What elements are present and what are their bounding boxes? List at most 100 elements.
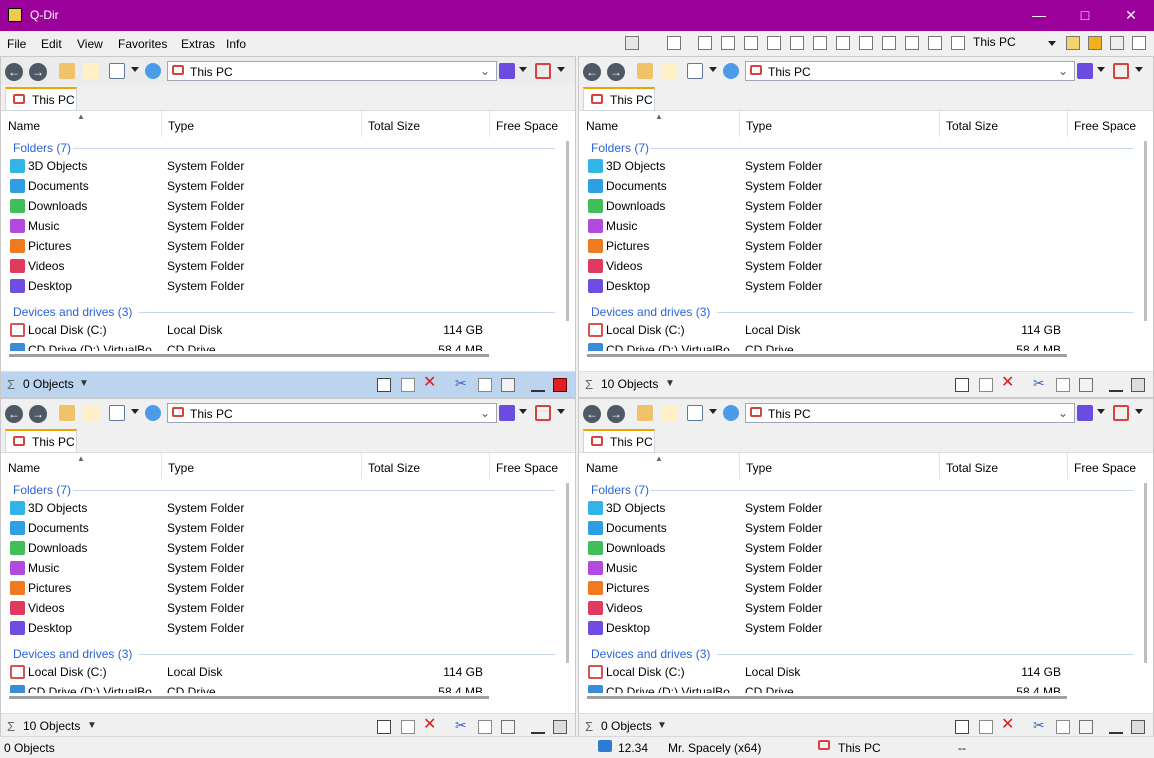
cut-icon[interactable]: ✂: [455, 375, 469, 391]
list-item[interactable]: Pictures System Folder: [1, 578, 561, 598]
list-item[interactable]: Desktop System Folder: [1, 276, 561, 296]
col-total-size[interactable]: Total Size: [368, 461, 420, 475]
list-item[interactable]: CD Drive (D:) VirtualBo CD Drive 58.4 MB: [1, 340, 561, 351]
list-item[interactable]: Desktop System Folder: [1, 618, 561, 638]
address-bar[interactable]: This PC ⌄: [167, 61, 497, 81]
group-drives[interactable]: Devices and drives (3): [13, 647, 132, 661]
vertical-scrollbar[interactable]: [566, 141, 569, 321]
list-item[interactable]: Videos System Folder: [1, 598, 561, 618]
tab-this-pc[interactable]: This PC: [5, 87, 77, 111]
object-count[interactable]: 0 Objects: [601, 719, 652, 733]
pane-layout-icon[interactable]: [813, 36, 827, 50]
tab-this-pc[interactable]: This PC: [5, 429, 77, 453]
grid-icon[interactable]: [667, 36, 681, 50]
column-separator[interactable]: [739, 453, 740, 479]
list-item[interactable]: Desktop System Folder: [579, 276, 1139, 296]
list-item[interactable]: Videos System Folder: [579, 256, 1139, 276]
column-separator[interactable]: [361, 453, 362, 479]
list-item[interactable]: Videos System Folder: [1, 256, 561, 276]
chevron-down-icon[interactable]: [557, 409, 565, 414]
group-drives[interactable]: Devices and drives (3): [591, 305, 710, 319]
chevron-down-icon[interactable]: ⌄: [1058, 64, 1068, 78]
column-separator[interactable]: [489, 111, 490, 137]
col-name[interactable]: Name: [586, 119, 618, 133]
column-separator[interactable]: [489, 453, 490, 479]
edit-icon[interactable]: [531, 720, 545, 734]
pane-layout-icon[interactable]: [698, 36, 712, 50]
pane-layout-icon[interactable]: [836, 36, 850, 50]
column-separator[interactable]: [161, 111, 162, 137]
folder-icon[interactable]: [1066, 36, 1080, 50]
object-count[interactable]: 10 Objects: [601, 377, 658, 391]
folder-purple-icon[interactable]: [499, 63, 515, 79]
paste-icon[interactable]: [1079, 378, 1093, 392]
back-icon[interactable]: ←: [583, 63, 601, 81]
list-item[interactable]: Pictures System Folder: [579, 236, 1139, 256]
horizontal-scrollbar[interactable]: [587, 354, 1067, 357]
computer-icon[interactable]: [1113, 405, 1129, 421]
window-icon[interactable]: [1132, 36, 1146, 50]
list-item[interactable]: Videos System Folder: [579, 598, 1139, 618]
open-folder-icon[interactable]: [83, 405, 99, 421]
col-free-space[interactable]: Free Space: [1074, 119, 1136, 133]
tools-icon[interactable]: [1110, 36, 1124, 50]
list-item[interactable]: Local Disk (C:) Local Disk 114 GB: [579, 662, 1139, 682]
col-free-space[interactable]: Free Space: [1074, 461, 1136, 475]
pane-layout-icon[interactable]: [882, 36, 896, 50]
horizontal-scrollbar[interactable]: [587, 696, 1067, 699]
window-icon[interactable]: [979, 378, 993, 392]
col-free-space[interactable]: Free Space: [496, 119, 558, 133]
chevron-down-icon[interactable]: ⌄: [480, 406, 490, 420]
star-icon[interactable]: [1088, 36, 1102, 50]
view-grid-icon[interactable]: [687, 405, 703, 421]
address-bar[interactable]: This PC ⌄: [167, 403, 497, 423]
list-item[interactable]: Documents System Folder: [579, 176, 1139, 196]
address-bar[interactable]: This PC ⌄: [745, 61, 1075, 81]
col-type[interactable]: Type: [168, 461, 194, 475]
list-item[interactable]: Downloads System Folder: [1, 538, 561, 558]
cut-icon[interactable]: ✂: [1033, 717, 1047, 733]
list-item[interactable]: Documents System Folder: [1, 176, 561, 196]
list-item[interactable]: Music System Folder: [1, 558, 561, 578]
col-type[interactable]: Type: [746, 461, 772, 475]
list-item[interactable]: Music System Folder: [1, 216, 561, 236]
up-folder-icon[interactable]: [637, 63, 653, 79]
folder-purple-icon[interactable]: [1077, 405, 1093, 421]
chevron-down-icon[interactable]: [709, 409, 717, 414]
column-separator[interactable]: [1067, 453, 1068, 479]
close-button[interactable]: ✕: [1108, 0, 1154, 31]
chevron-down-icon[interactable]: [1097, 67, 1105, 72]
chevron-down-icon[interactable]: [709, 67, 717, 72]
column-separator[interactable]: [739, 111, 740, 137]
column-separator[interactable]: [939, 111, 940, 137]
chevron-down-icon[interactable]: [519, 409, 527, 414]
list-item[interactable]: Desktop System Folder: [579, 618, 1139, 638]
list-item[interactable]: Local Disk (C:) Local Disk 114 GB: [579, 320, 1139, 340]
paste-icon[interactable]: [501, 720, 515, 734]
list-item[interactable]: Downloads System Folder: [579, 196, 1139, 216]
pane-layout-icon[interactable]: [790, 36, 804, 50]
edit-icon[interactable]: [1109, 378, 1123, 392]
forward-icon[interactable]: →: [607, 405, 625, 423]
menu-file[interactable]: File: [7, 37, 26, 51]
forward-icon[interactable]: →: [29, 405, 47, 423]
up-folder-icon[interactable]: [59, 63, 75, 79]
list-item[interactable]: 3D Objects System Folder: [1, 156, 561, 176]
column-separator[interactable]: [1067, 111, 1068, 137]
pane-layout-icon[interactable]: [951, 36, 965, 50]
window-icon[interactable]: [401, 720, 415, 734]
menu-info[interactable]: Info: [226, 37, 246, 51]
back-icon[interactable]: ←: [5, 63, 23, 81]
back-icon[interactable]: ←: [583, 405, 601, 423]
layout-icon[interactable]: [625, 36, 639, 50]
list-item[interactable]: Pictures System Folder: [579, 578, 1139, 598]
menu-view[interactable]: View: [77, 37, 103, 51]
paste-icon[interactable]: [501, 378, 515, 392]
computer-icon[interactable]: [1113, 63, 1129, 79]
group-folders[interactable]: Folders (7): [591, 141, 649, 155]
column-separator[interactable]: [939, 453, 940, 479]
list-item[interactable]: Music System Folder: [579, 216, 1139, 236]
horizontal-scrollbar[interactable]: [9, 354, 489, 357]
cut-icon[interactable]: ✂: [455, 717, 469, 733]
list-item[interactable]: Music System Folder: [579, 558, 1139, 578]
